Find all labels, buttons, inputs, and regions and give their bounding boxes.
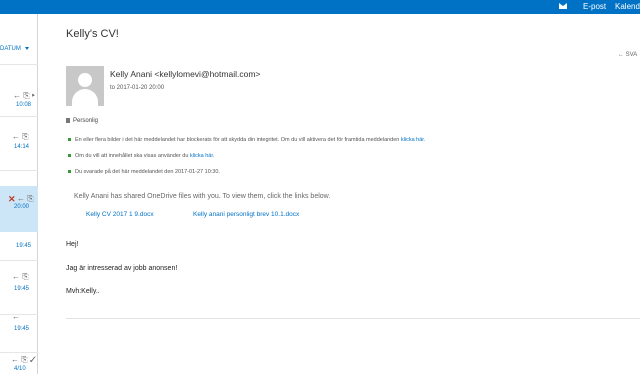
- notice-text: En eller flera bilder i det här meddelan…: [75, 137, 401, 143]
- notice-text: Om du vill att innehållet ska visas anvä…: [75, 153, 190, 159]
- body-greeting: Hej!: [66, 241, 79, 248]
- message-item-status-icons: ←: [12, 312, 20, 321]
- message-item-time[interactable]: 19:45: [14, 286, 29, 292]
- info-notice: Du svarade på det här meddelandet den 20…: [68, 169, 220, 175]
- message-item-status-icons: ← ⎘ ✓: [11, 355, 36, 364]
- attachment-link[interactable]: Kelly CV 2017 1 9.docx: [86, 211, 154, 218]
- flag-icon: [66, 118, 70, 123]
- category-flag: Personlig: [66, 118, 98, 124]
- nav-link-kalender[interactable]: Kalend: [615, 2, 640, 11]
- list-divider: [0, 352, 38, 353]
- list-divider: [0, 260, 38, 261]
- message-item-status-icons: ← ⎘ ▸: [13, 91, 35, 100]
- list-divider: [0, 170, 38, 171]
- message-item-time[interactable]: 10:08: [16, 102, 31, 108]
- avatar-head-shape: [78, 73, 92, 87]
- message-item-time[interactable]: 4/10: [14, 366, 26, 372]
- message-subject: Kelly's CV!: [66, 28, 119, 40]
- message-item-time[interactable]: 20:00: [14, 204, 29, 210]
- message-item-status-icons: ← ⎘: [17, 194, 34, 203]
- message-item-time[interactable]: 19:45: [16, 243, 31, 249]
- body-signature: Mvh:Kelly..: [66, 288, 100, 295]
- avatar-body-shape: [72, 89, 98, 106]
- top-navigation-bar: E-post Kalend: [0, 0, 640, 14]
- message-item-time[interactable]: 19:45: [14, 326, 29, 332]
- message-item-status-icons: ← ⎘: [12, 132, 29, 141]
- info-notice: En eller flera bilder i det här meddelan…: [68, 137, 425, 143]
- message-item-time[interactable]: 14:14: [14, 144, 29, 150]
- chevron-down-icon: [24, 46, 29, 50]
- notice-text: Du svarade på det här meddelandet den 20…: [75, 169, 220, 175]
- info-bullet-icon: [68, 170, 71, 174]
- recipient-date-line: to 2017-01-20 20:00: [110, 85, 165, 91]
- body-line: Jag är intresserad av jobb anonsen!: [66, 265, 178, 272]
- onedrive-share-text: Kelly Anani has shared OneDrive files wi…: [74, 193, 331, 200]
- message-list-pane: DATUM ← ⎘ ▸ 10:08 ← ⎘ 14:14 ✕ ← ⎘ 20:00 …: [0, 14, 38, 374]
- mail-icon[interactable]: [559, 3, 567, 9]
- sender-avatar: [66, 66, 104, 106]
- reply-all-button[interactable]: ← SVA: [618, 52, 637, 58]
- sender-name-address[interactable]: Kelly Anani <kellylomevi@hotmail.com>: [110, 69, 260, 79]
- notice-link[interactable]: klicka här.: [190, 153, 214, 159]
- message-end-divider: [66, 318, 640, 319]
- list-divider: [0, 64, 38, 65]
- nav-link-epost[interactable]: E-post: [583, 2, 606, 11]
- info-bullet-icon: [68, 138, 71, 142]
- info-bullet-icon: [68, 154, 71, 158]
- attachment-link[interactable]: Kelly anani personligt brev 10.1.docx: [193, 211, 299, 218]
- sort-by-dropdown[interactable]: DATUM: [0, 46, 29, 52]
- category-label: Personlig: [73, 118, 99, 125]
- sort-label: DATUM: [0, 46, 21, 52]
- info-notice: Om du vill att innehållet ska visas anvä…: [68, 153, 214, 159]
- notice-link[interactable]: klicka här.: [401, 137, 425, 143]
- list-divider: [0, 116, 38, 117]
- message-item-status-icons: ← ⎘: [12, 272, 29, 281]
